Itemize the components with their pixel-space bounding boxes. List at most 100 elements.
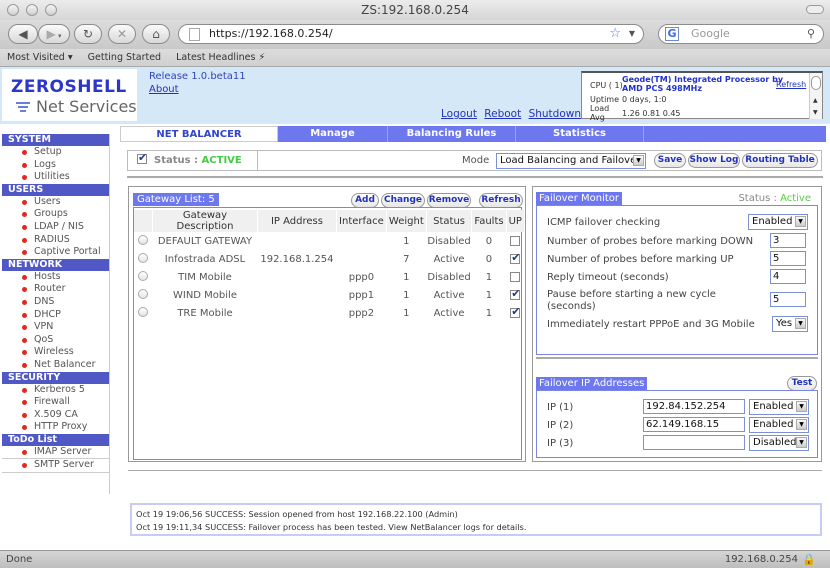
show-log-button[interactable]: Show Log (688, 153, 740, 168)
window-title: ZS:192.168.0.254 (361, 3, 469, 17)
sysinfo-refresh-link[interactable]: Refresh (776, 80, 806, 89)
sidebar-item-net-balancer[interactable]: Net Balancer (2, 359, 109, 372)
back-button[interactable]: ◀ (8, 24, 38, 44)
zoom-window-button[interactable] (45, 4, 57, 16)
gateway-weight: 7 (403, 253, 410, 265)
restart-select[interactable]: Yes ▼ (772, 316, 808, 332)
sidebar-item-radius[interactable]: RADIUS (2, 234, 109, 247)
sidebar-item-firewall[interactable]: Firewall (2, 396, 109, 409)
failover-ip-input[interactable]: 62.149.168.15 (643, 417, 745, 432)
gateway-radio[interactable] (138, 288, 149, 299)
gateway-up-checkbox[interactable] (510, 287, 521, 300)
sidebar-item-imap-server[interactable]: IMAP Server (2, 446, 109, 460)
reboot-link[interactable]: Reboot (484, 108, 521, 120)
failover-ip-state-select[interactable]: Enabled ▼ (749, 399, 809, 415)
sidebar-item-qos[interactable]: QoS (2, 334, 109, 347)
google-engine-icon[interactable]: G (665, 27, 679, 41)
gateway-up-checkbox[interactable] (510, 305, 521, 318)
sidebar-item-http-proxy[interactable]: HTTP Proxy (2, 421, 109, 434)
stop-button[interactable]: ✕ (108, 24, 136, 44)
sidebar-section-network: NETWORK (2, 258, 109, 271)
remove-gateway-button[interactable]: Remove (427, 193, 471, 208)
tab-balancing-rules[interactable]: Balancing Rules (388, 126, 516, 142)
sidebar-item-x-509-ca[interactable]: X.509 CA (2, 409, 109, 422)
lock-icon[interactable]: 🔒 (802, 551, 816, 568)
page-icon (189, 28, 200, 41)
sidebar-item-utilities[interactable]: Utilities (2, 171, 109, 184)
gateway-row[interactable]: Infostrada ADSL 192.168.1.254 7 Active 0 (134, 250, 525, 268)
failover-ip-state-select[interactable]: Disabled ▼ (749, 435, 809, 451)
tab-net-balancer[interactable]: NET BALANCER (120, 126, 278, 142)
forward-button[interactable]: ▶ ▾ (38, 24, 70, 44)
sidebar-item-captive-portal[interactable]: Captive Portal (2, 246, 109, 259)
gateway-radio[interactable] (138, 252, 149, 263)
sidebar-item-groups[interactable]: Groups (2, 208, 109, 221)
uptime-value: 0 days, 1:0 (622, 95, 667, 104)
refresh-gateways-button[interactable]: Refresh (479, 193, 523, 208)
toolbar-toggle-button[interactable] (806, 5, 824, 14)
bookmark-most-visited[interactable]: Most Visited ▾ (7, 52, 73, 63)
sidebar-item-logs[interactable]: Logs (2, 159, 109, 172)
gateway-row[interactable]: WIND Mobile ppp1 1 Active 1 (134, 286, 525, 304)
gateway-row[interactable]: TIM Mobile ppp0 1 Disabled 1 (134, 268, 525, 286)
logout-link[interactable]: Logout (441, 108, 477, 120)
mode-select[interactable]: Load Balancing and Failover ▼ (496, 153, 646, 169)
sidebar-item-setup[interactable]: Setup (2, 146, 109, 159)
home-button[interactable]: ⌂ (142, 24, 170, 44)
sidebar-item-smtp-server[interactable]: SMTP Server (2, 459, 109, 473)
sidebar-item-dns[interactable]: DNS (2, 296, 109, 309)
gateway-up-checkbox[interactable] (510, 235, 521, 246)
add-gateway-button[interactable]: Add (351, 193, 379, 208)
gateway-radio[interactable] (138, 234, 149, 245)
gateway-up-checkbox[interactable] (510, 251, 521, 264)
sidebar-item-vpn[interactable]: VPN (2, 321, 109, 334)
pause-input[interactable]: 5 (770, 292, 806, 307)
gateway-row[interactable]: DEFAULT GATEWAY 1 Disabled 0 (134, 232, 525, 250)
tab-statistics[interactable]: Statistics (516, 126, 644, 142)
scroll-thumb[interactable] (811, 76, 821, 90)
sidebar-item-router[interactable]: Router (2, 283, 109, 296)
change-gateway-button[interactable]: Change (381, 193, 425, 208)
shutdown-link[interactable]: Shutdown (529, 108, 581, 120)
enable-balancer-checkbox[interactable] (137, 151, 147, 164)
scroll-up-icon[interactable]: ▲ (813, 97, 818, 104)
failover-ip-state-select[interactable]: Enabled ▼ (749, 417, 809, 433)
bookmark-latest-headlines[interactable]: Latest Headlines ⚡ (176, 52, 265, 63)
system-info-panel: CPU ( 1) Geode(TM) Integrated Processor … (581, 71, 823, 122)
probes-up-input[interactable]: 5 (770, 251, 806, 266)
tab-manage[interactable]: Manage (278, 126, 388, 142)
save-button[interactable]: Save (654, 153, 686, 168)
gateway-radio[interactable] (138, 306, 149, 317)
gateway-row[interactable]: TRE Mobile ppp2 1 Active 1 (134, 304, 525, 322)
sidebar-item-hosts[interactable]: Hosts (2, 271, 109, 284)
about-link[interactable]: About (149, 84, 179, 95)
url-dropdown-icon[interactable]: ▼ (629, 25, 635, 43)
icmp-select[interactable]: Enabled ▼ (748, 214, 808, 230)
bookmark-getting-started[interactable]: Getting Started (88, 52, 161, 63)
gateway-ip (257, 268, 336, 286)
search-icon[interactable]: ⚲ (807, 25, 815, 43)
routing-table-button[interactable]: Routing Table (742, 153, 818, 168)
failover-ip-input[interactable] (643, 435, 745, 450)
minimize-window-button[interactable] (26, 4, 38, 16)
close-window-button[interactable] (7, 4, 19, 16)
url-bar[interactable]: https://192.168.0.254/ ☆ ▼ (178, 24, 644, 44)
gateway-up-cell (506, 268, 524, 286)
gateway-up-checkbox[interactable] (510, 271, 521, 282)
test-button[interactable]: Test (787, 376, 817, 391)
sidebar-item-kerberos-5[interactable]: Kerberos 5 (2, 384, 109, 397)
failover-ip-input[interactable]: 192.84.152.254 (643, 399, 745, 414)
reply-timeout-input[interactable]: 4 (770, 269, 806, 284)
history-dropdown-icon[interactable]: ▾ (56, 32, 62, 40)
scroll-down-icon[interactable]: ▼ (813, 109, 818, 116)
probes-down-input[interactable]: 3 (770, 233, 806, 248)
sidebar-item-wireless[interactable]: Wireless (2, 346, 109, 359)
sidebar-item-dhcp[interactable]: DHCP (2, 309, 109, 322)
search-box[interactable]: G Google ⚲ (658, 24, 824, 44)
sidebar-item-users[interactable]: Users (2, 196, 109, 209)
reload-button[interactable]: ↻ (74, 24, 102, 44)
gateway-radio[interactable] (138, 270, 149, 281)
sidebar-item-ldap-nis[interactable]: LDAP / NIS (2, 221, 109, 234)
sysinfo-scrollbar[interactable]: ▲ ▼ (809, 73, 822, 119)
bookmark-star-icon[interactable]: ☆ (609, 25, 621, 43)
